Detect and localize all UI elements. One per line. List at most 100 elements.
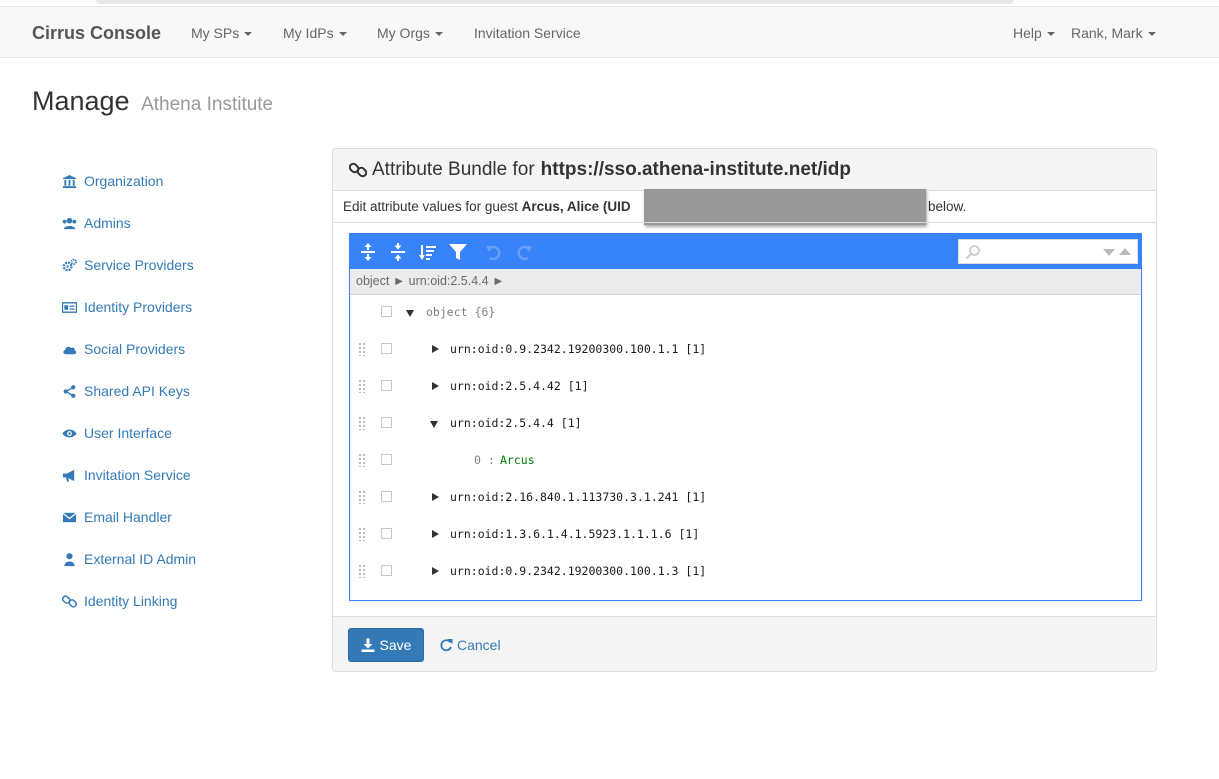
page-title-text: Manage [32, 86, 130, 116]
nav-user-label: Rank, Mark [1071, 25, 1143, 41]
context-menu-icon[interactable] [381, 380, 392, 391]
context-menu-icon[interactable] [381, 491, 392, 502]
context-menu-icon[interactable] [381, 306, 392, 317]
tree-node-key[interactable]: urn:oid:2.5.4.4 [1] [450, 416, 582, 430]
context-menu-icon[interactable] [381, 565, 392, 576]
collapse-icon[interactable] [430, 421, 438, 428]
sidebar-item-user-interface[interactable]: User Interface [62, 412, 312, 454]
nav-my-orgs-label: My Orgs [377, 25, 430, 41]
user-icon [64, 552, 75, 566]
node-key: urn:oid:1.3.6.1.4.1.5923.1.1.1.6 [450, 527, 672, 541]
node-meta: {6} [474, 305, 496, 319]
drag-handle-icon[interactable] [358, 416, 366, 430]
attribute-bundle-panel: Attribute Bundle for https://sso.athena-… [332, 148, 1157, 672]
sidebar-item-label: Service Providers [84, 257, 194, 273]
tree-node-key[interactable]: urn:oid:0.9.2342.19200300.100.1.3 [1] [450, 564, 706, 578]
save-button[interactable]: Save [348, 628, 424, 662]
key-value-separator: : [488, 453, 495, 467]
tree-node-key[interactable]: object {6} [426, 305, 495, 319]
drag-handle-icon[interactable] [358, 342, 366, 356]
nav-invitation-service[interactable]: Invitation Service [474, 25, 581, 41]
panel-title-prefix: Attribute Bundle for [372, 159, 535, 180]
tree-node-key[interactable]: urn:oid:2.16.840.1.113730.3.1.241 [1] [450, 490, 706, 504]
expand-icon[interactable] [432, 345, 439, 353]
sidebar-item-organization[interactable]: Organization [62, 160, 312, 202]
sidebar-item-service-providers[interactable]: Service Providers [62, 244, 312, 286]
cloud-icon [63, 346, 77, 354]
tree-row: urn:oid:0.9.2342.19200300.100.1.1 [1] [350, 333, 1141, 370]
context-menu-icon[interactable] [381, 417, 392, 428]
node-key: object [426, 305, 468, 319]
nav-my-sps[interactable]: My SPs [191, 25, 253, 41]
top-strip-bar [96, 0, 1014, 4]
cancel-label: Cancel [457, 637, 501, 653]
nav-my-sps-label: My SPs [191, 25, 240, 41]
nav-my-orgs[interactable]: My Orgs [377, 25, 443, 41]
drag-handle-icon[interactable] [358, 527, 366, 541]
nav-my-idps[interactable]: My IdPs [283, 25, 347, 41]
sidebar-item-invitation-service[interactable]: Invitation Service [62, 454, 312, 496]
tree-row: urn:oid:0.9.2342.19200300.100.1.3 [1] [350, 555, 1141, 592]
filter-icon [449, 244, 467, 260]
tree-node-value[interactable]: Arcus [500, 453, 535, 467]
sidebar-item-external-id-admin[interactable]: External ID Admin [62, 538, 312, 580]
sidebar-item-label: Identity Providers [84, 299, 193, 315]
nav-user-menu[interactable]: Rank, Mark [1071, 25, 1156, 41]
guest-name: Arcus, Alice (UID [521, 199, 631, 214]
context-menu-icon[interactable] [381, 528, 392, 539]
nav-help[interactable]: Help [1013, 25, 1055, 41]
desc-suffix: below. [928, 199, 967, 214]
sidebar-item-label: Identity Linking [84, 593, 178, 609]
tree-row: urn:oid:2.5.4.42 [1] [350, 370, 1141, 407]
filter-button[interactable] [448, 242, 468, 262]
search-previous-icon[interactable] [1119, 248, 1131, 255]
undo-button[interactable] [484, 242, 504, 262]
node-meta: [1] [685, 490, 707, 504]
expand-icon[interactable] [432, 567, 439, 575]
context-menu-icon[interactable] [381, 343, 392, 354]
caret-down-icon [244, 32, 253, 37]
search-next-icon[interactable] [1103, 249, 1115, 256]
drag-handle-icon[interactable] [358, 564, 366, 578]
expand-icon[interactable] [432, 382, 439, 390]
sidebar-item-identity-providers[interactable]: Identity Providers [62, 286, 312, 328]
cancel-button[interactable]: Cancel [439, 628, 501, 662]
drag-handle-icon[interactable] [358, 379, 366, 393]
collapse-icon[interactable] [406, 310, 414, 317]
tree-node-key[interactable]: urn:oid:0.9.2342.19200300.100.1.1 [1] [450, 342, 706, 356]
cogs-icon [62, 258, 77, 271]
sort-button[interactable] [418, 242, 438, 262]
node-meta: [1] [560, 416, 582, 430]
drag-handle-icon[interactable] [358, 490, 366, 504]
editor-search[interactable] [958, 239, 1138, 264]
editor-breadcrumb[interactable]: object ► urn:oid:2.5.4.4 ► [350, 269, 1141, 295]
tree-node-key[interactable]: urn:oid:1.3.6.1.4.1.5923.1.1.1.6 [1] [450, 527, 699, 541]
sidebar-item-admins[interactable]: Admins [62, 202, 312, 244]
json-editor: object ► urn:oid:2.5.4.4 ► object {6} ur… [349, 233, 1142, 601]
expand-all-button[interactable] [358, 242, 378, 262]
tree-node-key[interactable]: urn:oid:2.5.4.42 [1] [450, 379, 589, 393]
expand-icon[interactable] [432, 530, 439, 538]
sidebar-item-shared-api-keys[interactable]: Shared API Keys [62, 370, 312, 412]
drag-handle-icon[interactable] [358, 453, 366, 467]
panel-description: Edit attribute values for guest Arcus, A… [343, 199, 631, 214]
sidebar-item-social-providers[interactable]: Social Providers [62, 328, 312, 370]
sidebar-item-identity-linking[interactable]: Identity Linking [62, 580, 312, 622]
node-key: urn:oid:0.9.2342.19200300.100.1.3 [450, 564, 679, 578]
panel-title-url: https://sso.athena-institute.net/idp [540, 159, 851, 180]
bullhorn-icon [62, 469, 75, 482]
redo-icon [517, 245, 532, 261]
desc-prefix: Edit attribute values for guest [343, 199, 518, 214]
caret-down-icon [1147, 32, 1156, 37]
page-title: Manage Athena Institute [32, 86, 273, 117]
node-meta: [1] [567, 379, 589, 393]
sidebar-item-email-handler[interactable]: Email Handler [62, 496, 312, 538]
redo-button[interactable] [514, 242, 534, 262]
sidebar-item-label: Admins [84, 215, 131, 231]
collapse-all-button[interactable] [388, 242, 408, 262]
array-index: 0 [474, 453, 481, 467]
context-menu-icon[interactable] [381, 454, 392, 465]
brand-link[interactable]: Cirrus Console [32, 23, 161, 44]
tree-row: object {6} [350, 296, 1141, 333]
expand-icon[interactable] [432, 493, 439, 501]
